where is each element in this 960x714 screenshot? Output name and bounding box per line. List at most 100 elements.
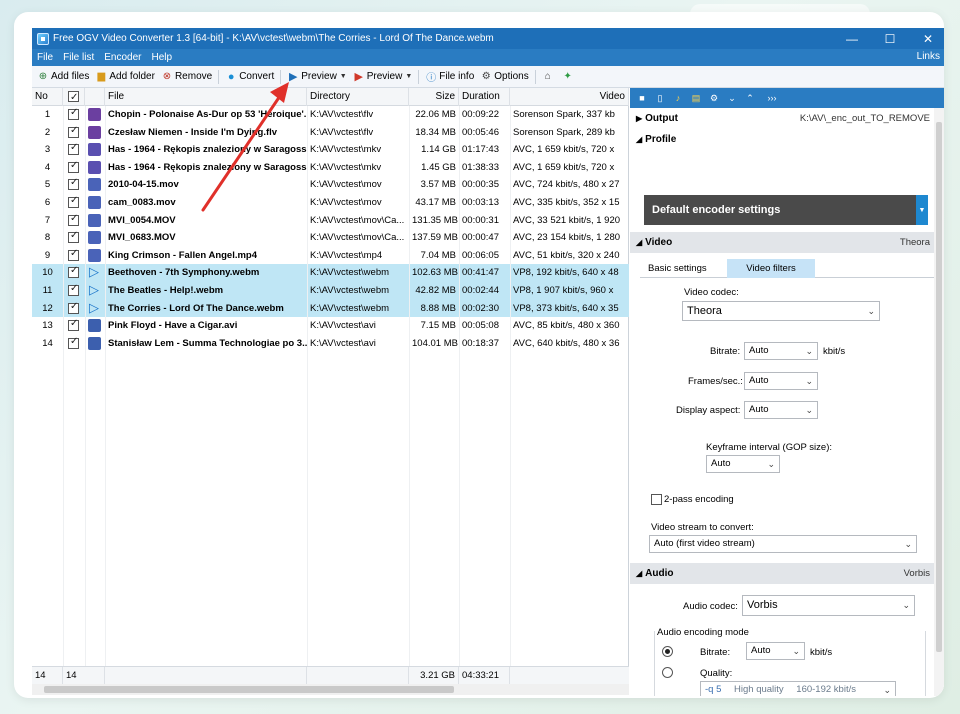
video-stream-select[interactable]: Auto (first video stream) ⌄ [649,535,917,553]
minimize-icon[interactable]: — [834,28,870,49]
quality-select[interactable]: -q 5 High quality 160-192 kbit/s ⌄ [700,681,896,696]
bitrate-radio[interactable] [662,646,673,657]
tab-video-filters[interactable]: Video filters [727,259,815,278]
row-checkbox[interactable] [68,318,79,332]
tab-basic-settings[interactable]: Basic settings [640,259,727,278]
row-checkbox[interactable] [68,283,79,296]
scrollbar-thumb[interactable] [936,122,942,652]
fps-select[interactable]: Auto ⌄ [744,372,818,390]
chevron-down-icon[interactable]: ⌄ [724,90,740,106]
panel-vertical-scrollbar[interactable] [934,108,944,696]
chevron-down-icon: ⌄ [805,376,813,386]
row-video-info: AVC, 1 659 kbit/s, 720 x [513,161,615,173]
profile-select[interactable]: Default encoder settings ▼ [644,195,928,225]
row-checkbox[interactable] [68,230,79,244]
remove-button[interactable]: ⊗ Remove [158,67,215,87]
table-row[interactable]: 7 MVI_0054.MOV K:\AV\vctest\mov\Ca... 131.3… [32,212,629,230]
row-checkbox[interactable] [68,160,79,173]
menu-encoder[interactable]: Encoder [99,52,146,63]
menu-links[interactable]: Links [917,51,940,62]
col-video[interactable]: Video [510,88,629,106]
menu-file-list[interactable]: File list [58,52,99,63]
pin-button[interactable]: ✦ [559,67,579,87]
table-row[interactable]: 6 cam_0083.mov K:\AV\vctest\mov 43.17 MB 00:… [32,194,629,212]
row-checkbox[interactable] [68,107,79,120]
table-row[interactable]: 14 Stanisław Lem - Summa Technologiae po … [32,335,629,353]
table-row[interactable]: 4 Has - 1964 - Rękopis znaleziony w Sarag… [32,159,629,177]
row-number: 10 [42,267,53,279]
chevron-up-icon[interactable]: ⌃ [742,90,758,106]
menu-help[interactable]: Help [147,52,178,63]
horizontal-scrollbar[interactable] [32,684,629,695]
table-row[interactable]: 9 King Crimson - Fallen Angel.mp4 K:\AV\vc… [32,247,629,265]
add-folder-button[interactable]: ▆ Add folder [92,67,158,87]
preview-button-2[interactable]: ▶ Preview ▼ [350,67,416,87]
profile-section-header[interactable]: ◢ Profile [630,129,934,150]
table-row[interactable]: 5 2010-04-15.mov K:\AV\vctest\mov 3.57 MB 00… [32,176,629,194]
col-type[interactable] [85,88,105,106]
table-row[interactable]: 1 Chopin - Polonaise As-Dur op 53 'Heroiq… [32,106,629,124]
table-row[interactable]: 3 Has - 1964 - Rękopis znaleziony w Sarag… [32,141,629,159]
two-pass-checkbox[interactable] [651,494,662,505]
row-number: 2 [44,126,51,138]
options-button[interactable]: ⚙ Options [477,67,531,87]
col-size[interactable]: Size [409,88,459,106]
output-section-header[interactable]: ▶ Output K:\AV\_enc_out_TO_REMOVE [630,108,934,129]
row-checkbox[interactable] [68,301,79,314]
scrollbar-thumb[interactable] [44,686,454,693]
home-button[interactable]: ⌂ [539,67,559,87]
quality-radio[interactable] [662,667,673,678]
file-info-button[interactable]: ⓘ File info [422,67,477,87]
row-directory: K:\AV\vctest\webm [310,267,390,279]
video-section-header[interactable]: ◢ Video Theora [630,232,934,253]
table-row[interactable]: 2 Czesław Niemen - Inside I'm Dying.flv K:… [32,124,629,142]
row-number: 7 [44,214,51,226]
check-all-checkbox[interactable] [68,89,79,106]
row-checkbox[interactable] [68,248,79,261]
display-aspect-select[interactable]: Auto ⌄ [744,401,818,419]
col-duration[interactable]: Duration [459,88,510,106]
film-icon[interactable]: ■ [634,90,650,106]
table-row[interactable]: 10 Beethoven - 7th Symphony.webm K:\AV\vct… [32,264,629,282]
preview-button-1[interactable]: ▶ Preview ▼ [284,67,350,87]
bitrate-select[interactable]: Auto ⌄ [744,342,818,360]
document-icon[interactable]: ▯ [652,90,668,106]
table-row[interactable]: 12 The Corries - Lord Of The Dance.webm K:… [32,299,629,318]
maximize-icon[interactable]: ☐ [872,28,908,49]
add-files-button[interactable]: ⊕ Add files [34,67,92,87]
row-checkbox[interactable] [68,195,79,208]
menu-file[interactable]: File [32,52,58,63]
row-checkbox[interactable] [68,125,79,138]
table-row[interactable]: 11 The Beatles - Help!.webm K:\AV\vctest\w… [32,282,629,300]
table-row[interactable]: 13 Pink Floyd - Have a Cigar.avi K:\AV\vct… [32,317,629,335]
audio-codec-select[interactable]: Vorbis ⌄ [742,595,915,616]
col-file[interactable]: File [105,88,307,106]
row-checkbox[interactable] [68,177,79,191]
col-directory[interactable]: Directory [307,88,409,106]
chevron-down-icon[interactable]: ▼ [916,195,928,225]
row-duration: 00:09:22 [462,109,499,120]
audio-section-header[interactable]: ◢ Audio Vorbis [630,563,934,584]
row-checkbox[interactable] [68,336,79,349]
chevron-down-icon[interactable]: ▼ [340,73,347,80]
expand-all-icon[interactable]: ››› [760,90,784,106]
row-checkbox[interactable] [68,213,79,226]
row-checkbox[interactable] [68,265,79,279]
row-checkbox[interactable] [68,142,79,156]
subtitles-icon[interactable]: ▤ [688,90,704,106]
close-icon[interactable]: ✕ [910,28,944,49]
video-codec-select[interactable]: Theora ⌄ [682,301,880,321]
row-duration: 00:06:05 [462,249,499,261]
row-video-info: Sorenson Spark, 337 kb [513,109,615,120]
table-row[interactable]: 8 MVI_0683.MOV K:\AV\vctest\mov\Ca... 137.5… [32,229,629,247]
col-no[interactable]: No [32,88,63,106]
keyframe-select[interactable]: Auto ⌄ [706,455,780,473]
gear-icon[interactable]: ⚙ [706,90,722,106]
row-size: 1.45 GB [421,161,456,173]
chevron-down-icon[interactable]: ▼ [405,73,412,80]
music-icon[interactable]: ♪ [670,90,686,106]
audio-bitrate-select[interactable]: Auto ⌄ [746,642,805,660]
convert-button[interactable]: ● Convert [222,67,277,87]
mov-file-icon [88,248,101,262]
col-check[interactable] [63,88,85,106]
